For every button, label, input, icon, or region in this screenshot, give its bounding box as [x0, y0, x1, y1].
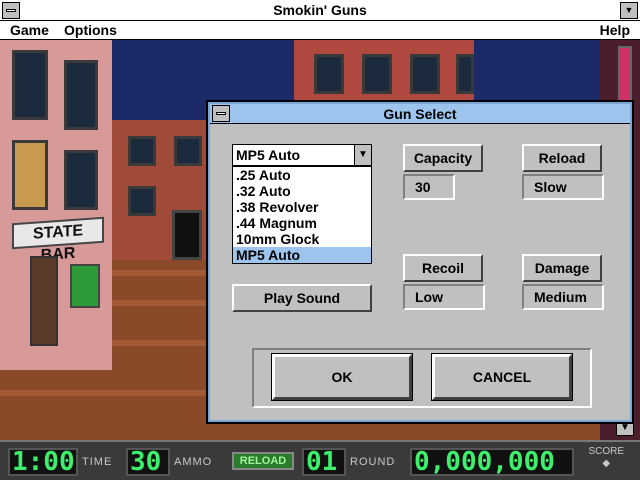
gun-option[interactable]: .32 Auto — [233, 183, 371, 199]
round-label: ROUND — [350, 456, 396, 468]
score-label: SCORE ◆ — [588, 446, 624, 470]
score-label-text: SCORE — [588, 446, 624, 457]
window-title: Smokin' Guns — [273, 2, 367, 18]
gun-option[interactable]: .25 Auto — [233, 167, 371, 183]
gun-option[interactable]: .44 Magnum — [233, 215, 371, 231]
menu-game[interactable]: Game — [10, 22, 49, 38]
ammo-display: 30 — [126, 448, 170, 476]
menu-bar: Game Options Help — [0, 21, 640, 40]
play-sound-button[interactable]: Play Sound — [232, 284, 372, 312]
gun-select-dialog: Gun Select MP5 Auto ▼ .25 Auto .32 Auto … — [206, 100, 634, 424]
building-window — [64, 150, 98, 210]
cancel-button[interactable]: CANCEL — [432, 354, 572, 400]
recoil-value: Low — [403, 284, 485, 310]
bar-door — [30, 256, 58, 346]
ammo-label: AMMO — [174, 456, 213, 468]
bar-window — [70, 264, 100, 308]
menu-options[interactable]: Options — [64, 22, 117, 38]
damage-label: Damage — [522, 254, 602, 282]
health-indicator — [618, 46, 632, 106]
round-display: 01 — [302, 448, 346, 476]
gun-option-selected[interactable]: MP5 Auto — [233, 247, 371, 263]
reload-label: Reload — [522, 144, 602, 172]
building-window — [128, 136, 156, 166]
building-window — [64, 60, 98, 130]
building-window — [314, 54, 344, 94]
capacity-label: Capacity — [403, 144, 483, 172]
status-hud: 1:00 TIME 30 AMMO RELOAD 01 ROUND 0,000,… — [0, 440, 640, 480]
score-display: 0,000,000 — [410, 448, 574, 476]
minimize-button[interactable]: ▼ — [620, 2, 638, 19]
gun-combobox[interactable]: MP5 Auto ▼ — [232, 144, 372, 166]
building-window — [12, 140, 48, 210]
time-label: TIME — [82, 456, 113, 468]
gun-option[interactable]: .38 Revolver — [233, 199, 371, 215]
dialog-title: Gun Select — [383, 106, 457, 122]
diamond-icon: ◆ — [602, 458, 611, 469]
window-titlebar: Smokin' Guns ▼ — [0, 0, 640, 21]
menu-help[interactable]: Help — [600, 22, 630, 38]
time-display: 1:00 — [8, 448, 78, 476]
reload-indicator: RELOAD — [232, 452, 294, 470]
building-window — [128, 186, 156, 216]
gun-combobox-value: MP5 Auto — [236, 147, 301, 163]
building-door — [172, 210, 202, 260]
building-window — [410, 54, 440, 94]
capacity-value: 30 — [403, 174, 455, 200]
building-window — [456, 54, 474, 94]
ok-button[interactable]: OK — [272, 354, 412, 400]
reload-value: Slow — [522, 174, 604, 200]
gun-option[interactable]: 10mm Glock — [233, 231, 371, 247]
damage-value: Medium — [522, 284, 604, 310]
building-window — [12, 50, 48, 120]
recoil-label: Recoil — [403, 254, 483, 282]
building-window — [362, 54, 392, 94]
gun-list[interactable]: .25 Auto .32 Auto .38 Revolver .44 Magnu… — [232, 166, 372, 264]
dropdown-arrow-icon[interactable]: ▼ — [354, 145, 371, 165]
building-window — [174, 136, 202, 166]
dialog-titlebar: Gun Select — [210, 104, 630, 124]
